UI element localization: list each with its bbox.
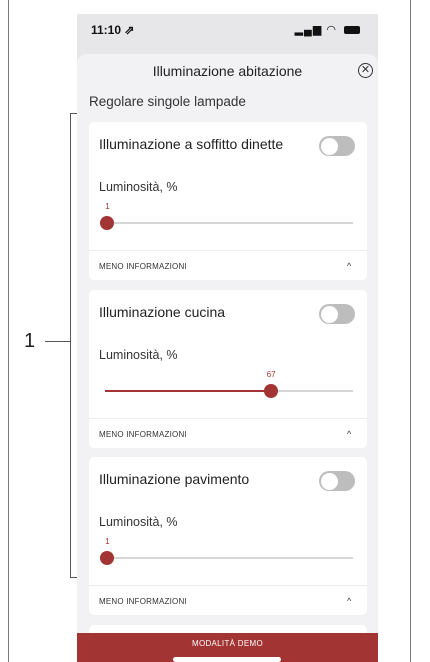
phone-screen: 11:10 ⇗ ▂▄▆ ◠ Illuminazione abitazione ✕… <box>77 14 378 662</box>
page-frame-left <box>8 0 9 662</box>
status-icons: ▂▄▆ ◠ <box>295 23 360 36</box>
home-indicator[interactable] <box>173 657 281 662</box>
slider-value: 1 <box>105 202 110 211</box>
signal-wifi-icon: ▂▄▆ ◠ <box>294 24 337 36</box>
slider-value: 1 <box>105 537 110 546</box>
brightness-slider[interactable]: 1 <box>100 202 353 230</box>
demo-mode-label: MODALITÀ DEMO <box>191 639 264 648</box>
callout-number: 1 <box>24 330 36 352</box>
slider-thumb[interactable] <box>264 384 279 398</box>
toggle-knob <box>320 137 338 155</box>
slider-value: 67 <box>266 370 276 379</box>
divider <box>89 418 367 419</box>
modal-sheet: Illuminazione abitazione ✕ Regolare sing… <box>77 54 378 662</box>
chevron-up-icon[interactable]: ^ <box>347 596 351 606</box>
less-info-toggle[interactable]: MENO INFORMAZIONI <box>99 430 187 439</box>
less-info-toggle[interactable]: MENO INFORMAZIONI <box>99 262 187 271</box>
brightness-slider[interactable]: 1 <box>100 537 353 565</box>
lamp-toggle[interactable] <box>319 304 355 324</box>
brightness-label: Luminosità, % <box>99 180 178 194</box>
battery-icon <box>344 26 360 35</box>
lamp-card: Illuminazione cucina Luminosità, % 67 ME… <box>89 290 367 448</box>
lamp-name: Illuminazione pavimento <box>99 471 250 487</box>
lamp-card: Illuminazione a soffitto dinette Luminos… <box>89 122 367 280</box>
page-frame-right <box>410 0 411 662</box>
status-time: 11:10 ⇗ <box>91 23 135 37</box>
slider-thumb[interactable] <box>100 551 115 565</box>
chevron-up-icon[interactable]: ^ <box>347 429 351 439</box>
lamp-name: Illuminazione a soffitto dinette <box>99 136 284 152</box>
slider-thumb[interactable] <box>100 216 115 230</box>
lamp-toggle[interactable] <box>319 471 355 491</box>
lamp-card: Illuminazione pavimento Luminosità, % 1 … <box>89 457 367 615</box>
less-info-toggle[interactable]: MENO INFORMAZIONI <box>99 597 187 606</box>
close-icon[interactable]: ✕ <box>358 63 373 78</box>
lamp-toggle[interactable] <box>319 136 355 156</box>
chevron-up-icon[interactable]: ^ <box>347 261 351 271</box>
callout-line <box>45 341 70 342</box>
status-bar: 11:10 ⇗ ▂▄▆ ◠ <box>77 14 378 54</box>
section-title: Regolare singole lampade <box>89 94 246 109</box>
brightness-slider[interactable]: 67 <box>105 370 353 398</box>
lamp-name: Illuminazione cucina <box>99 304 226 320</box>
sheet-title: Illuminazione abitazione <box>152 63 303 79</box>
demo-mode-bar: MODALITÀ DEMO <box>77 633 378 662</box>
divider <box>89 250 367 251</box>
slider-fill <box>105 390 272 392</box>
toggle-knob <box>320 472 338 490</box>
brightness-label: Luminosità, % <box>99 348 178 362</box>
toggle-knob <box>320 305 338 323</box>
brightness-label: Luminosità, % <box>99 515 178 529</box>
divider <box>89 585 367 586</box>
